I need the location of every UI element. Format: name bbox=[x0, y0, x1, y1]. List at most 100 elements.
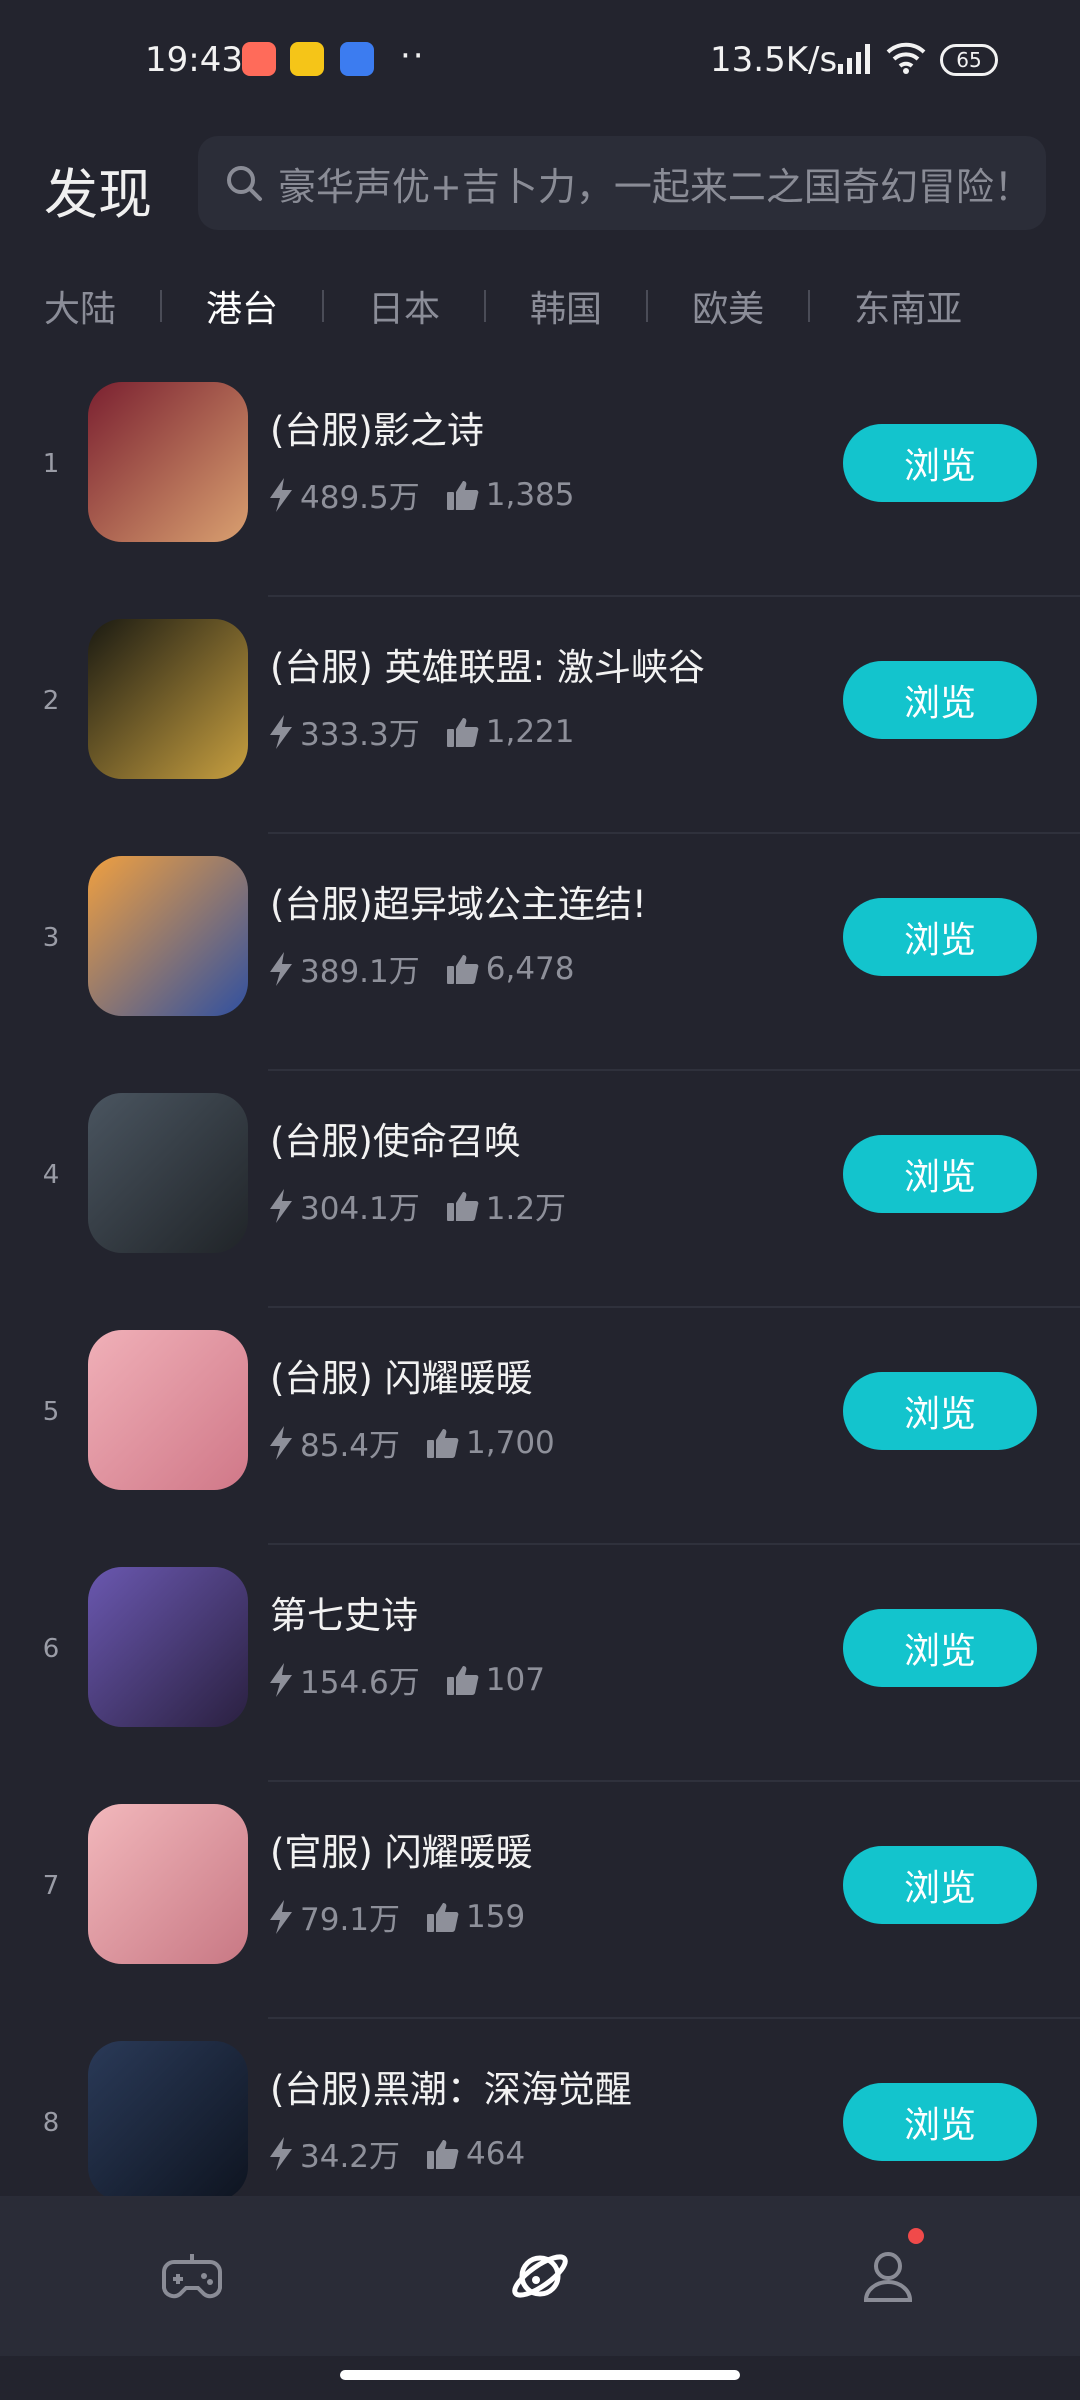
likes-count: 464 bbox=[466, 2135, 526, 2172]
thumbs-up-icon bbox=[446, 1191, 479, 1221]
notification-badge bbox=[908, 2228, 924, 2244]
thumbs-up-icon bbox=[446, 954, 479, 984]
game-name[interactable]: (台服)超异域公主连结! bbox=[270, 874, 647, 928]
more-dots-icon: ·· bbox=[400, 36, 426, 76]
plays-count: 79.1万 bbox=[300, 1902, 401, 1938]
browse-button[interactable]: 浏览 bbox=[843, 2083, 1037, 2161]
likes-count: 159 bbox=[466, 1898, 526, 1935]
tab-japan[interactable]: 日本 bbox=[368, 280, 440, 332]
lightning-icon bbox=[270, 1188, 292, 1223]
game-row[interactable]: 7 (官服) 闪耀暖暖 79.1万 159 浏览 bbox=[0, 1782, 1080, 2019]
home-indicator[interactable] bbox=[340, 2370, 740, 2380]
plays-stat: 389.1万 bbox=[268, 946, 420, 991]
search-icon bbox=[227, 166, 262, 201]
likes-stat: 464 bbox=[426, 2136, 525, 2172]
thumbs-up-icon bbox=[446, 480, 479, 510]
browse-button[interactable]: 浏览 bbox=[843, 1609, 1037, 1687]
likes-stat: 107 bbox=[446, 1662, 545, 1698]
plays-count: 34.2万 bbox=[300, 2139, 401, 2175]
game-name[interactable]: (台服)黑潮：深海觉醒 bbox=[270, 2059, 632, 2113]
game-name[interactable]: (台服) 闪耀暖暖 bbox=[270, 1348, 533, 1402]
rank-number: 3 bbox=[42, 923, 60, 953]
browse-button[interactable]: 浏览 bbox=[843, 1372, 1037, 1450]
region-tabs: 大陆 港台 日本 韩国 欧美 东南亚 bbox=[44, 276, 1044, 336]
plays-stat: 304.1万 bbox=[268, 1183, 420, 1228]
lightning-icon bbox=[270, 714, 292, 749]
rank-number: 2 bbox=[42, 686, 60, 716]
game-row[interactable]: 3 (台服)超异域公主连结! 389.1万 6,478 浏览 bbox=[0, 834, 1080, 1071]
game-row[interactable]: 1 (台服)影之诗 489.5万 1,385 浏览 bbox=[0, 360, 1080, 597]
game-stats: 333.3万 1,221 bbox=[268, 709, 601, 754]
rank-number: 4 bbox=[42, 1160, 60, 1190]
likes-stat: 1,385 bbox=[446, 477, 575, 513]
likes-count: 6,478 bbox=[485, 950, 575, 987]
tab-divider bbox=[808, 290, 811, 322]
lightning-icon bbox=[270, 1899, 292, 1934]
game-name[interactable]: (台服)影之诗 bbox=[270, 400, 484, 454]
game-name[interactable]: (台服)使命召唤 bbox=[270, 1111, 521, 1165]
likes-count: 107 bbox=[485, 1661, 545, 1698]
tab-mainland[interactable]: 大陆 bbox=[44, 280, 116, 332]
plays-count: 389.1万 bbox=[300, 954, 420, 990]
tab-korea[interactable]: 韩国 bbox=[530, 280, 602, 332]
likes-stat: 159 bbox=[426, 1899, 525, 1935]
search-input[interactable]: 豪华声优+吉卜力，一起来二之国奇幻冒险！ bbox=[198, 136, 1046, 230]
browse-button[interactable]: 浏览 bbox=[843, 661, 1037, 739]
game-icon[interactable] bbox=[88, 382, 248, 542]
game-row[interactable]: 5 (台服) 闪耀暖暖 85.4万 1,700 浏览 bbox=[0, 1308, 1080, 1545]
bottom-nav bbox=[0, 2196, 1080, 2356]
nav-discover[interactable] bbox=[500, 2236, 580, 2316]
weather-app-icon bbox=[290, 42, 324, 76]
game-icon[interactable] bbox=[88, 619, 248, 779]
game-name[interactable]: (台服) 英雄联盟: 激斗峡谷 bbox=[270, 637, 705, 691]
plays-count: 154.6万 bbox=[300, 1665, 420, 1701]
plays-count: 333.3万 bbox=[300, 717, 420, 753]
game-stats: 154.6万 107 bbox=[268, 1657, 571, 1702]
status-bar: 19:43 ·· 13.5K/s 65 bbox=[0, 0, 1080, 120]
hd-signal-icon bbox=[838, 44, 870, 74]
likes-count: 1,221 bbox=[485, 713, 575, 750]
nav-profile[interactable] bbox=[848, 2236, 928, 2316]
tab-europe-america[interactable]: 欧美 bbox=[692, 280, 764, 332]
thumbs-up-icon bbox=[427, 1902, 459, 1932]
browse-button[interactable]: 浏览 bbox=[843, 898, 1037, 976]
game-name[interactable]: (官服) 闪耀暖暖 bbox=[270, 1822, 533, 1876]
game-icon[interactable] bbox=[88, 1330, 248, 1490]
nav-games[interactable] bbox=[152, 2236, 232, 2316]
lightning-icon bbox=[270, 2136, 292, 2171]
game-row[interactable]: 2 (台服) 英雄联盟: 激斗峡谷 333.3万 1,221 浏览 bbox=[0, 597, 1080, 834]
rank-number: 7 bbox=[42, 1871, 60, 1901]
game-icon[interactable] bbox=[88, 1567, 248, 1727]
likes-stat: 1.2万 bbox=[446, 1183, 566, 1228]
app-notification-icon bbox=[242, 42, 276, 76]
browse-button[interactable]: 浏览 bbox=[843, 1135, 1037, 1213]
game-icon[interactable] bbox=[88, 1804, 248, 1964]
battery-icon: 65 bbox=[940, 44, 998, 76]
game-icon[interactable] bbox=[88, 856, 248, 1016]
plays-stat: 333.3万 bbox=[268, 709, 420, 754]
browse-button[interactable]: 浏览 bbox=[843, 424, 1037, 502]
battery-level: 65 bbox=[956, 48, 982, 72]
game-stats: 85.4万 1,700 bbox=[268, 1420, 581, 1465]
game-icon[interactable] bbox=[88, 1093, 248, 1253]
lightning-icon bbox=[270, 951, 292, 986]
rank-number: 1 bbox=[42, 449, 60, 479]
tab-hk-tw[interactable]: 港台 bbox=[206, 280, 278, 332]
game-row[interactable]: 4 (台服)使命召唤 304.1万 1.2万 浏览 bbox=[0, 1071, 1080, 1308]
plays-stat: 34.2万 bbox=[268, 2131, 400, 2176]
thumbs-up-icon bbox=[446, 1665, 479, 1695]
game-icon[interactable] bbox=[88, 2041, 248, 2201]
browse-button[interactable]: 浏览 bbox=[843, 1846, 1037, 1924]
thumbs-up-icon bbox=[427, 1428, 459, 1458]
game-stats: 79.1万 159 bbox=[268, 1894, 551, 1939]
user-icon bbox=[863, 2252, 913, 2302]
game-row[interactable]: 6 第七史诗 154.6万 107 浏览 bbox=[0, 1545, 1080, 1782]
tab-divider bbox=[646, 290, 649, 322]
game-stats: 489.5万 1,385 bbox=[268, 472, 601, 517]
network-speed: 13.5K/s bbox=[710, 40, 838, 80]
tab-divider bbox=[322, 290, 325, 322]
likes-count: 1.2万 bbox=[485, 1191, 567, 1227]
game-name[interactable]: 第七史诗 bbox=[270, 1585, 418, 1639]
tab-southeast-asia[interactable]: 东南亚 bbox=[854, 280, 962, 332]
likes-count: 1,700 bbox=[466, 1424, 555, 1461]
